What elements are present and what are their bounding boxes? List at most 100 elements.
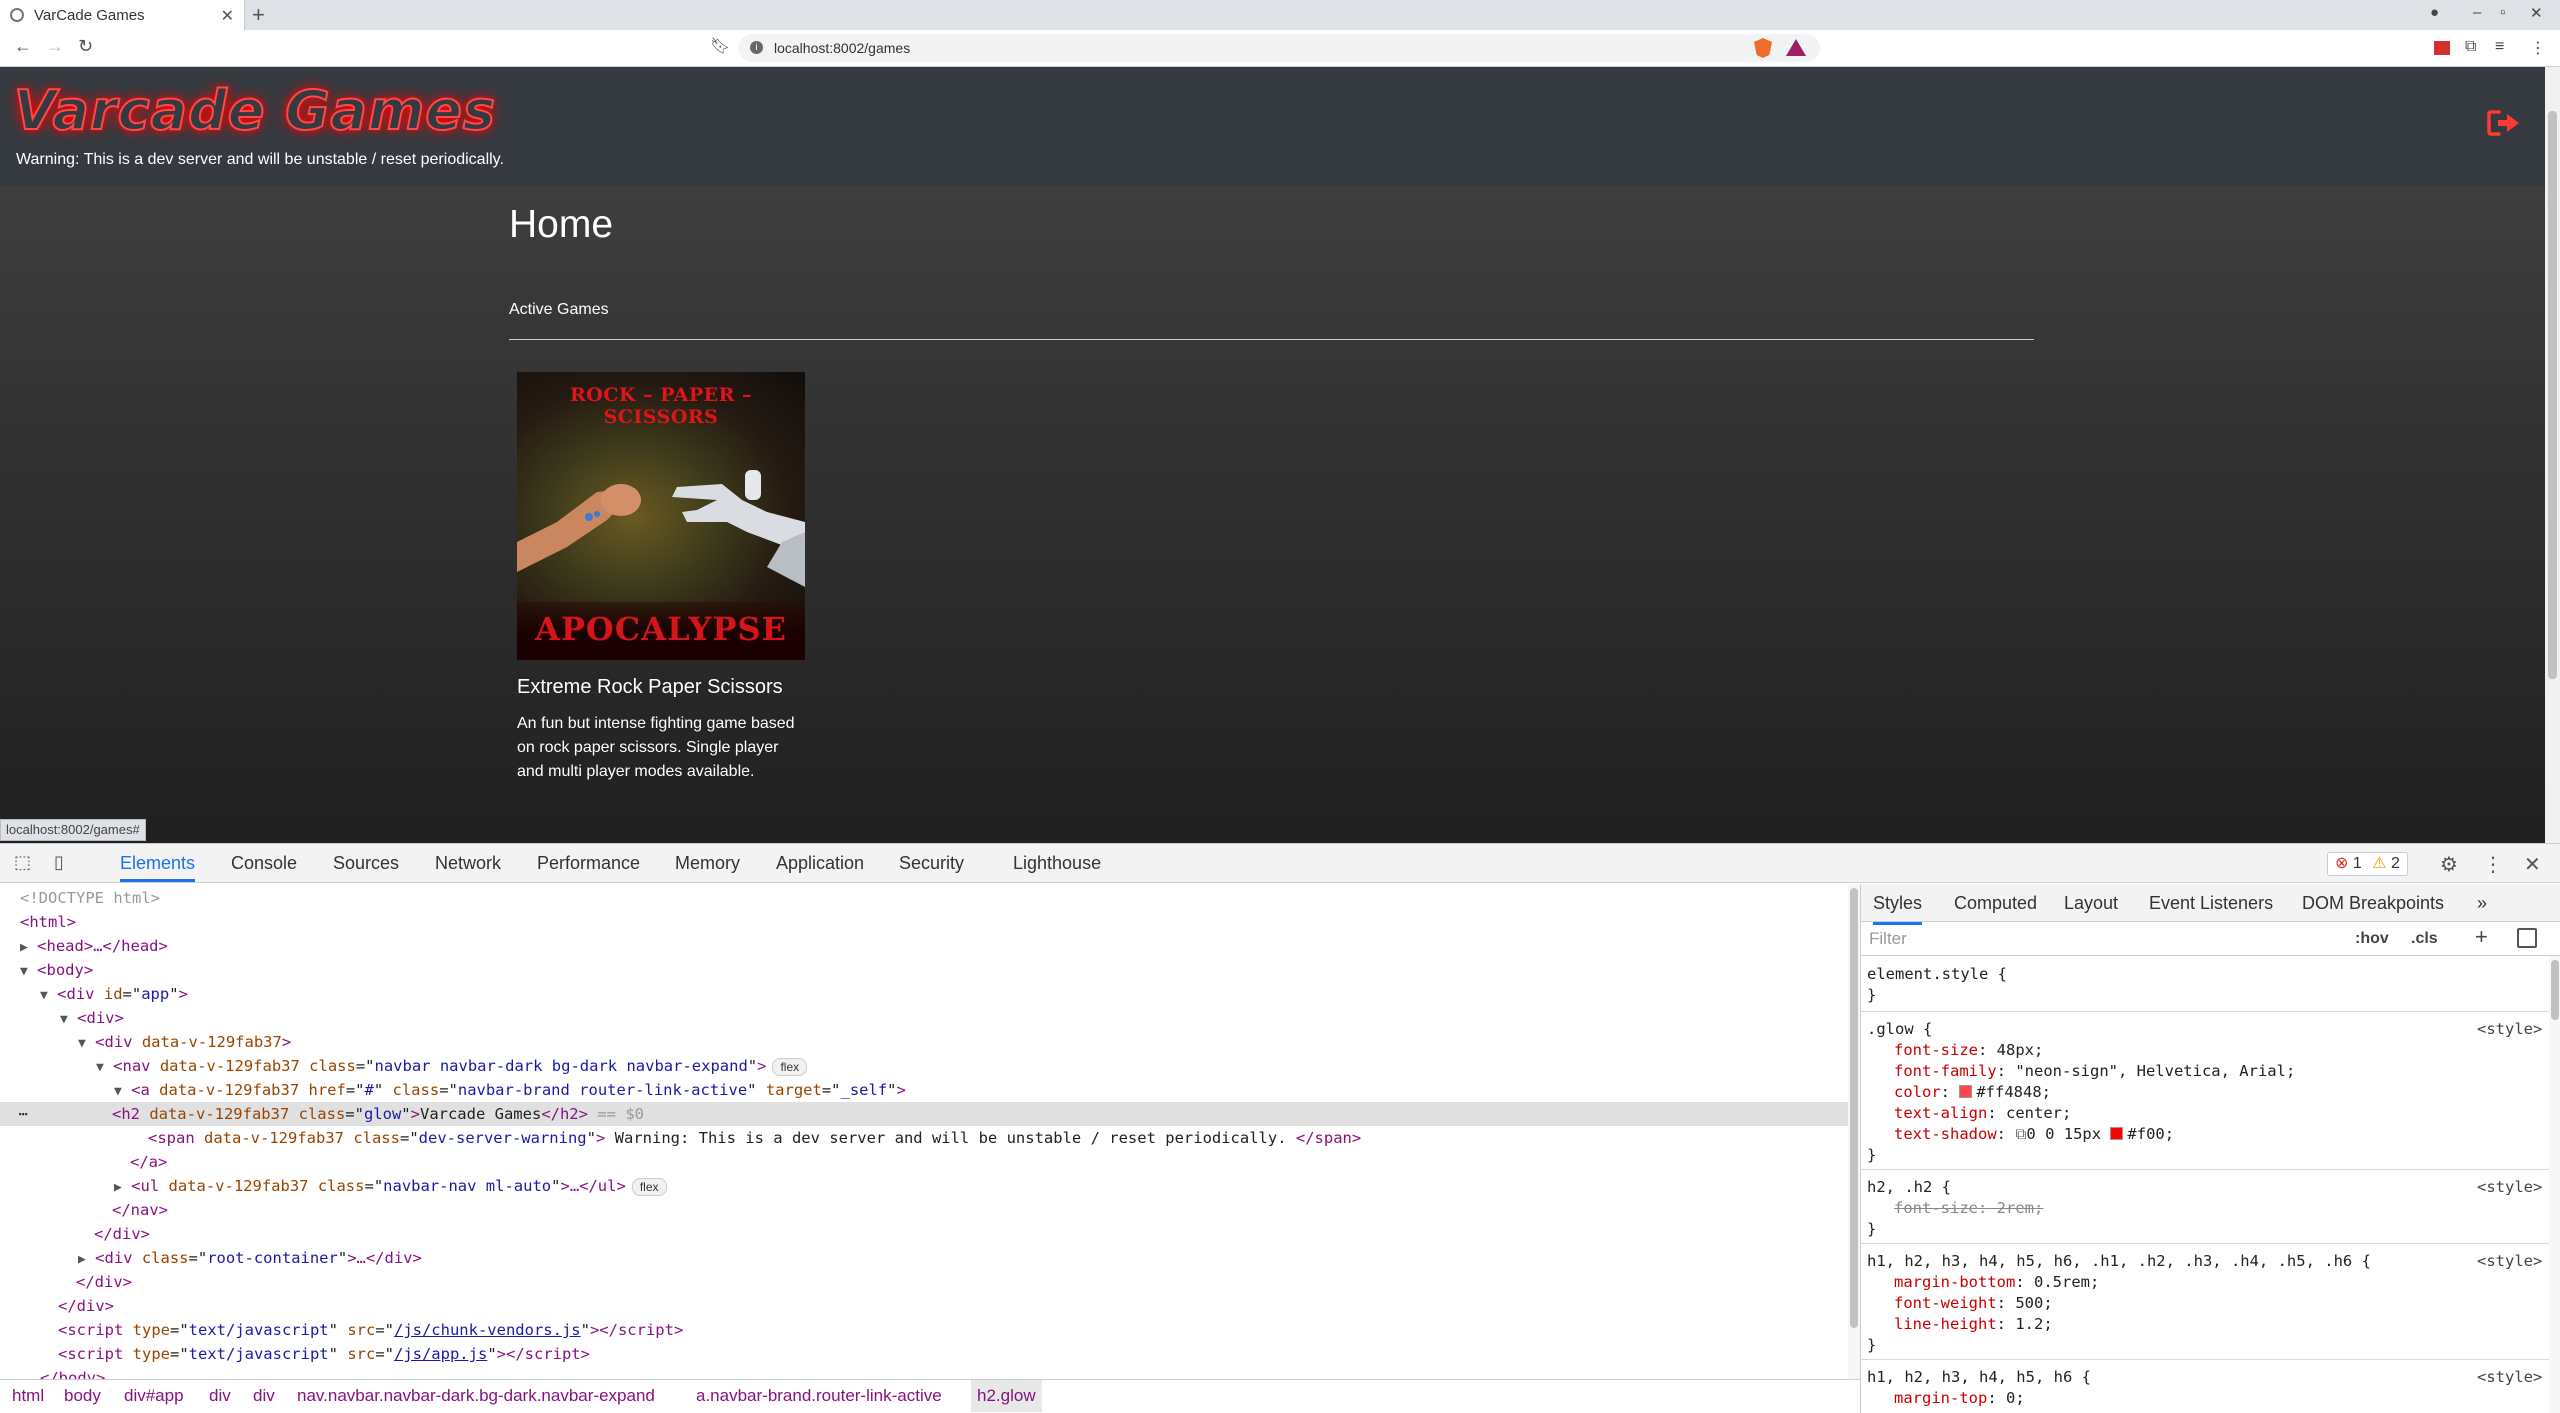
rule-h2-selector[interactable]: h2, .h2 {<style> [1867, 1177, 2557, 1198]
styles-filter-input[interactable]: Filter [1869, 926, 2349, 952]
crumb-html[interactable]: html [12, 1380, 44, 1412]
shadow-editor-icon[interactable]: ⧉ [2015, 1125, 2026, 1143]
dom-head[interactable]: ▶ <head>…</head> [20, 934, 168, 958]
crumb-body[interactable]: body [64, 1380, 101, 1412]
prop-color[interactable]: color: #ff4848; [1894, 1082, 2051, 1103]
styles-scrollbar-thumb[interactable] [2551, 960, 2559, 1020]
crumb-h2[interactable]: h2.glow [971, 1380, 1042, 1412]
restore-button[interactable]: ▫ [2500, 4, 2505, 21]
brand-logo-link[interactable]: Varcade Games [13, 78, 496, 143]
dom-h2-selected[interactable]: ⋯ <h2 data-v-129fab37 class="glow">Varca… [0, 1102, 1850, 1126]
brave-shields-icon[interactable] [1754, 38, 1772, 58]
dom-nav-close[interactable]: </nav> [112, 1198, 168, 1222]
script-link-app[interactable]: /js/app.js [394, 1345, 487, 1363]
dom-a-brand[interactable]: ▼ <a data-v-129fab37 href="#" class="nav… [114, 1078, 906, 1102]
prop-text-align[interactable]: text-align: center; [1894, 1103, 2071, 1124]
issues-counter[interactable]: ⊗ 1 ⚠ 2 [2327, 852, 2408, 876]
dom-span-warning[interactable]: <span data-v-129fab37 class="dev-server-… [148, 1126, 1361, 1150]
elements-scrollbar-thumb[interactable] [1850, 888, 1858, 1328]
more-tabs-icon[interactable]: » [2477, 884, 2487, 922]
rule-glow-selector[interactable]: .glow {<style> [1867, 1019, 2557, 1040]
crumb-div-app[interactable]: div#app [124, 1380, 184, 1412]
dom-ul[interactable]: ▶ <ul data-v-129fab37 class="navbar-nav … [114, 1174, 667, 1198]
device-toolbar-icon[interactable]: ▯ [54, 852, 64, 873]
crumb-a[interactable]: a.navbar-brand.router-link-active [696, 1380, 942, 1412]
dom-doctype[interactable]: <!DOCTYPE html> [20, 886, 160, 910]
dom-div-close[interactable]: </div> [94, 1222, 150, 1246]
tab-layout[interactable]: Layout [2064, 884, 2118, 922]
new-tab-button[interactable]: + [252, 2, 265, 28]
back-button[interactable]: ← [14, 36, 32, 57]
tab-elements[interactable]: Elements [120, 844, 196, 882]
dom-script-app[interactable]: <script type="text/javascript" src="/js/… [58, 1342, 590, 1366]
dom-html[interactable]: <html> [20, 910, 76, 934]
rule-source-link[interactable]: <style> [2477, 1177, 2542, 1198]
dom-div-close-3[interactable]: </div> [58, 1294, 114, 1318]
tab-network[interactable]: Network [435, 844, 501, 882]
logout-icon[interactable] [2487, 109, 2521, 137]
styles-scrollbar[interactable] [2549, 956, 2560, 1413]
dom-script-vendors[interactable]: <script type="text/javascript" src="/js/… [58, 1318, 683, 1342]
prop-font-size[interactable]: font-size: 48px; [1894, 1040, 2043, 1061]
crumb-nav[interactable]: nav.navbar.navbar-dark.bg-dark.navbar-ex… [297, 1380, 655, 1412]
page-scrollbar[interactable] [2545, 67, 2560, 843]
shadow-color-swatch[interactable] [2110, 1127, 2124, 1140]
color-swatch[interactable] [1959, 1085, 1973, 1098]
dom-body-close[interactable]: </body> [40, 1366, 105, 1379]
dom-div-v[interactable]: ▼ <div data-v-129fab37> [78, 1030, 291, 1054]
toggle-sidebar-icon[interactable] [2517, 928, 2537, 948]
prop-font-weight[interactable]: font-weight: 500; [1894, 1293, 2053, 1314]
extension-icon[interactable] [2434, 41, 2450, 55]
game-title[interactable]: Extreme Rock Paper Scissors [517, 676, 783, 699]
inspect-element-icon[interactable]: ⬚ [14, 852, 31, 873]
dom-div-app[interactable]: ▼ <div id="app"> [40, 982, 188, 1006]
prop-margin-bottom[interactable]: margin-bottom: 0.5rem; [1894, 1272, 2099, 1293]
media-icon[interactable]: ≡ [2495, 38, 2504, 56]
elements-scrollbar[interactable] [1848, 884, 1860, 1379]
address-bar[interactable]: i localhost:8002/games [738, 34, 1820, 62]
tab-event-listeners[interactable]: Event Listeners [2149, 884, 2273, 922]
bookmark-icon[interactable]: 🔖︎ [710, 36, 730, 56]
rule-source-link[interactable]: <style> [2477, 1367, 2542, 1388]
rule-headings-selector[interactable]: h1, h2, h3, h4, h5, h6, .h1, .h2, .h3, .… [1867, 1251, 2557, 1272]
tab-security[interactable]: Security [899, 844, 964, 882]
rule-headings-selector-2[interactable]: h1, h2, h3, h4, h5, h6 {<style> [1867, 1367, 2557, 1388]
dom-nav[interactable]: ▼ <nav data-v-129fab37 class="navbar nav… [96, 1054, 808, 1078]
forward-button[interactable]: → [46, 36, 64, 57]
hov-toggle[interactable]: :hov [2355, 926, 2389, 952]
game-cover-image[interactable]: ROCK – PAPER – SCISSORS APOCALYPSE [517, 372, 805, 660]
tab-sources[interactable]: Sources [333, 844, 399, 882]
prop-font-family[interactable]: font-family: "neon-sign", Helvetica, Ari… [1894, 1061, 2295, 1082]
tab-lighthouse[interactable]: Lighthouse [1013, 844, 1101, 882]
tab-application[interactable]: Application [776, 844, 864, 882]
crumb-div-2[interactable]: div [253, 1380, 275, 1412]
script-link-vendors[interactable]: /js/chunk-vendors.js [394, 1321, 581, 1339]
reload-button[interactable]: ↻ [78, 36, 93, 57]
more-options-icon[interactable]: ⋮ [2483, 852, 2503, 877]
browser-tab[interactable]: VarCade Games ✕ [0, 0, 245, 30]
profile-icon[interactable]: ● [2430, 4, 2439, 21]
close-window-button[interactable]: ✕ [2530, 4, 2543, 22]
prop-font-size-overridden[interactable]: font-size: 2rem; [1894, 1198, 2043, 1219]
dom-div-close-2[interactable]: </div> [76, 1270, 132, 1294]
tab-dom-breakpoints[interactable]: DOM Breakpoints [2302, 884, 2444, 922]
dom-body[interactable]: ▼ <body> [20, 958, 93, 982]
rule-source-link[interactable]: <style> [2477, 1251, 2542, 1272]
settings-gear-icon[interactable]: ⚙ [2440, 852, 2458, 877]
dom-div[interactable]: ▼ <div> [60, 1006, 124, 1030]
site-info-icon[interactable]: i [750, 41, 763, 54]
extensions-puzzle-icon[interactable]: ⧉ [2465, 38, 2476, 56]
tab-memory[interactable]: Memory [675, 844, 740, 882]
tab-styles[interactable]: Styles [1873, 884, 1923, 925]
minimize-button[interactable]: – [2473, 4, 2481, 21]
flex-badge[interactable]: flex [772, 1058, 808, 1076]
tab-computed[interactable]: Computed [1954, 884, 2037, 922]
tab-console[interactable]: Console [231, 844, 297, 882]
flex-badge-ul[interactable]: flex [631, 1178, 667, 1196]
close-devtools-icon[interactable]: ✕ [2524, 852, 2541, 877]
close-tab-icon[interactable]: ✕ [221, 6, 234, 26]
scrollbar-thumb[interactable] [2548, 111, 2557, 679]
prop-text-shadow[interactable]: text-shadow: ⧉0 0 15px #f00; [1894, 1124, 2174, 1145]
brave-rewards-icon[interactable] [1786, 39, 1806, 56]
crumb-div-1[interactable]: div [209, 1380, 231, 1412]
